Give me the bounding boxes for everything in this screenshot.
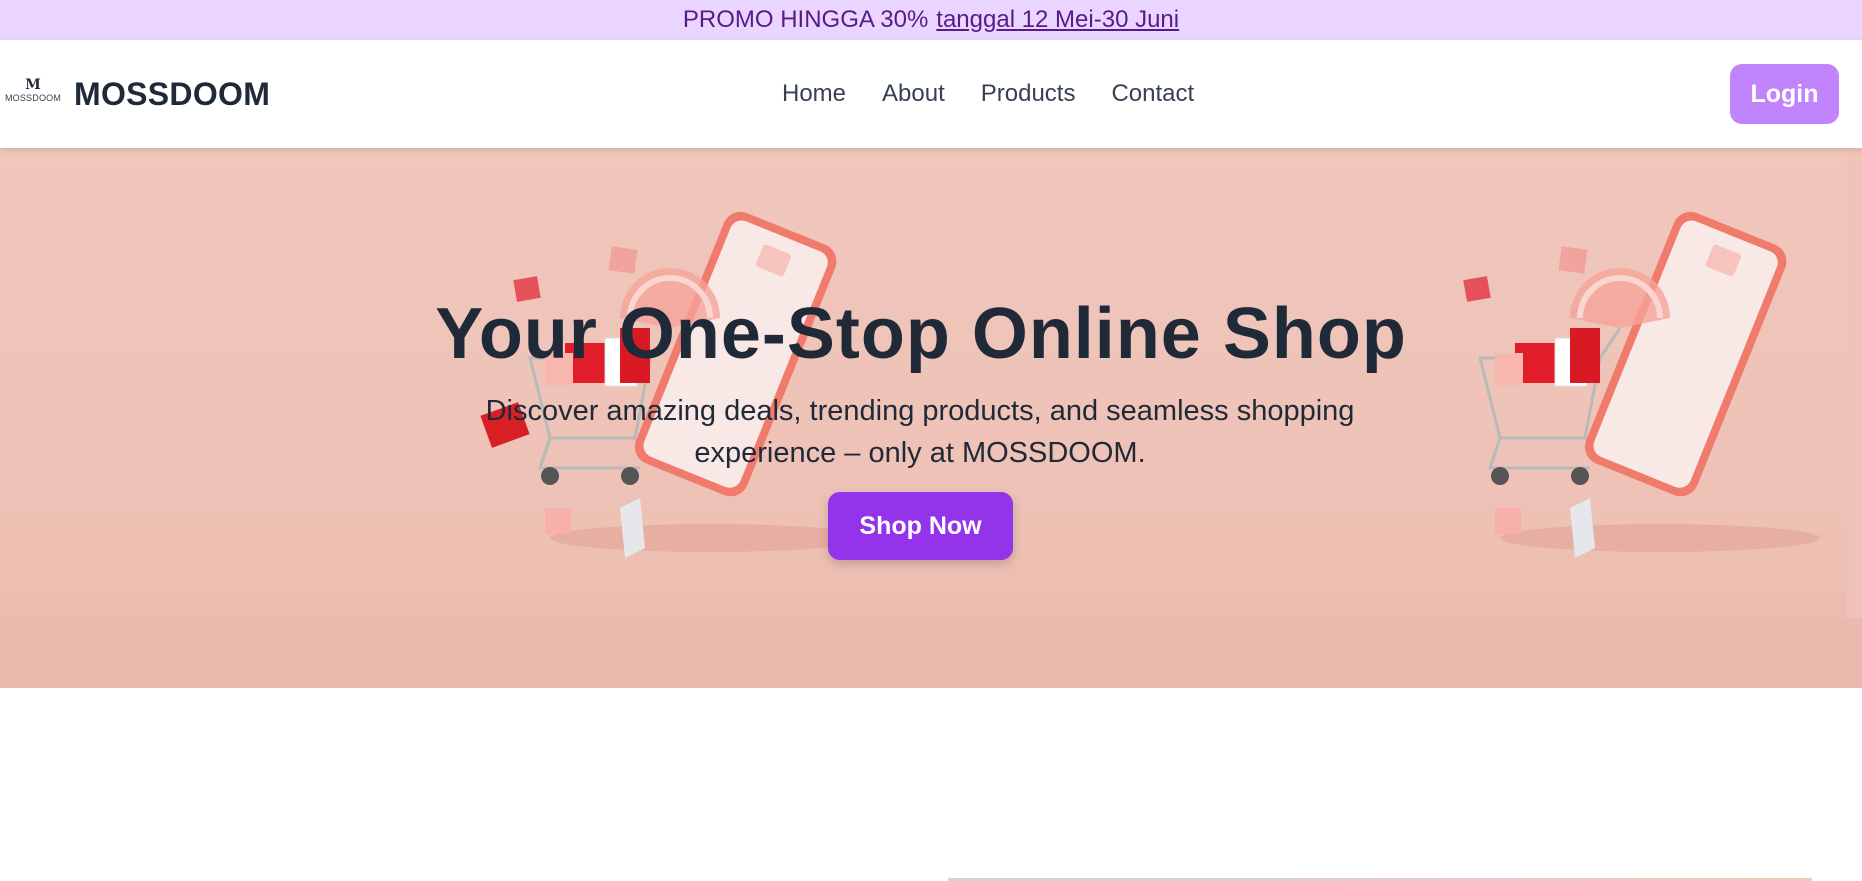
hero-section: Your One-Stop Online Shop Discover amazi…	[0, 148, 1862, 688]
brand-logo[interactable]: M MOSSDOOM	[4, 78, 62, 110]
hero-floor	[0, 618, 1862, 688]
logo-letter: M	[25, 77, 41, 93]
hero-subtitle: Discover amazing deals, trending product…	[485, 395, 1355, 469]
nav-home[interactable]: Home	[782, 80, 846, 108]
nav-contact[interactable]: Contact	[1111, 80, 1194, 108]
logo-small-text: MOSSDOOM	[4, 93, 62, 103]
shop-now-button[interactable]: Shop Now	[828, 492, 1013, 560]
hero-illustration-right	[1463, 211, 1820, 558]
promo-date-link[interactable]: tanggal 12 Mei-30 Juni	[936, 6, 1179, 34]
hero-title: Your One-Stop Online Shop	[435, 294, 1407, 374]
promo-text: PROMO HINGGA 30%	[682, 6, 929, 33]
brand-name[interactable]: MOSSDOOM	[74, 76, 270, 113]
promo-bar: PROMO HINGGA 30% tanggal 12 Mei-30 Juni	[0, 0, 1862, 40]
nav-products[interactable]: Products	[981, 80, 1076, 108]
nav-links: Home About Products Contact	[782, 80, 1194, 108]
navbar: M MOSSDOOM MOSSDOOM Home About Products …	[0, 40, 1862, 148]
login-button[interactable]: Login	[1730, 64, 1839, 124]
nav-about[interactable]: About	[882, 80, 945, 108]
